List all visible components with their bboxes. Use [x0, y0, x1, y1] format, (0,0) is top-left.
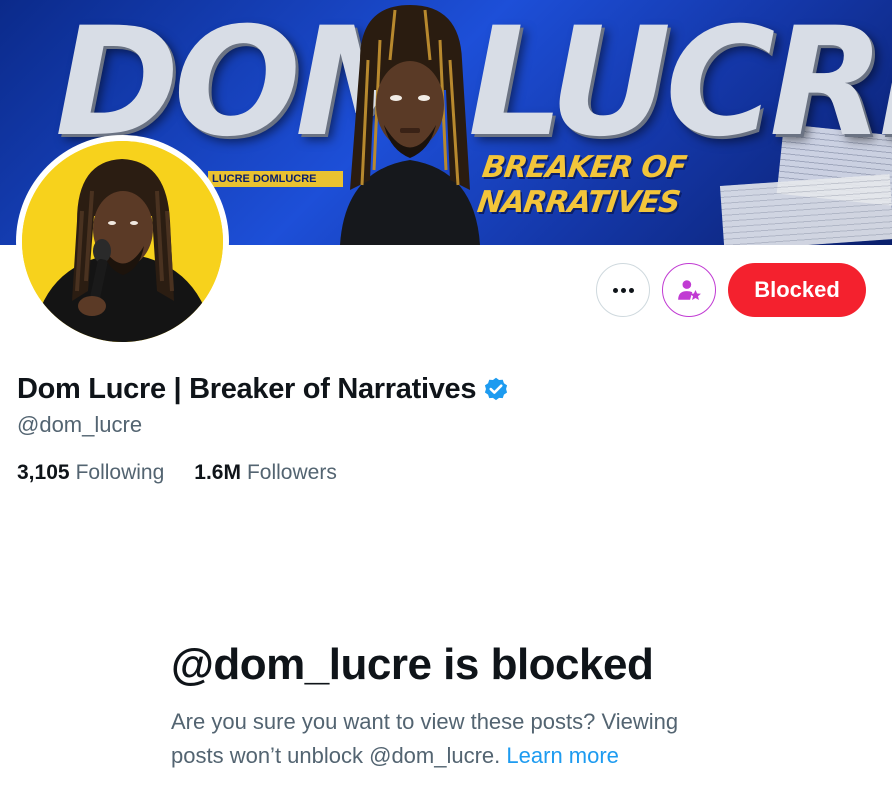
avatar[interactable] — [16, 135, 229, 348]
banner-social-handles: LUCRE DOMLUCRE — [208, 171, 343, 187]
verified-badge-icon[interactable] — [482, 376, 510, 404]
banner-title-right: LUCRE — [468, 0, 892, 170]
learn-more-link[interactable]: Learn more — [506, 743, 619, 768]
profile-actions: Blocked — [596, 263, 866, 317]
following-link[interactable]: 3,105 Following — [17, 461, 164, 485]
avatar-image — [22, 141, 223, 342]
subscribe-button[interactable] — [662, 263, 716, 317]
profile-handle: @dom_lucre — [17, 412, 143, 437]
display-name: Dom Lucre | Breaker of Narratives — [17, 373, 477, 405]
profile-stats: 3,105 Following 1.6M Followers — [17, 461, 337, 485]
followers-count: 1.6M — [194, 461, 241, 484]
blocked-notice-description: Are you sure you want to view these post… — [171, 705, 731, 773]
more-button[interactable] — [596, 263, 650, 317]
following-label: Following — [75, 461, 165, 484]
followers-label: Followers — [246, 461, 337, 484]
blocked-button[interactable]: Blocked — [728, 263, 866, 317]
profile-name-row: Dom Lucre | Breaker of Narratives — [17, 373, 510, 406]
following-count: 3,105 — [17, 461, 70, 484]
banner-tagline: BREAKER OF NARRATIVES — [475, 150, 688, 220]
followers-link[interactable]: 1.6M Followers — [194, 461, 337, 485]
blocked-notice-title: @dom_lucre is blocked — [171, 640, 654, 689]
user-star-icon — [678, 280, 701, 300]
more-dots-icon — [612, 287, 634, 293]
